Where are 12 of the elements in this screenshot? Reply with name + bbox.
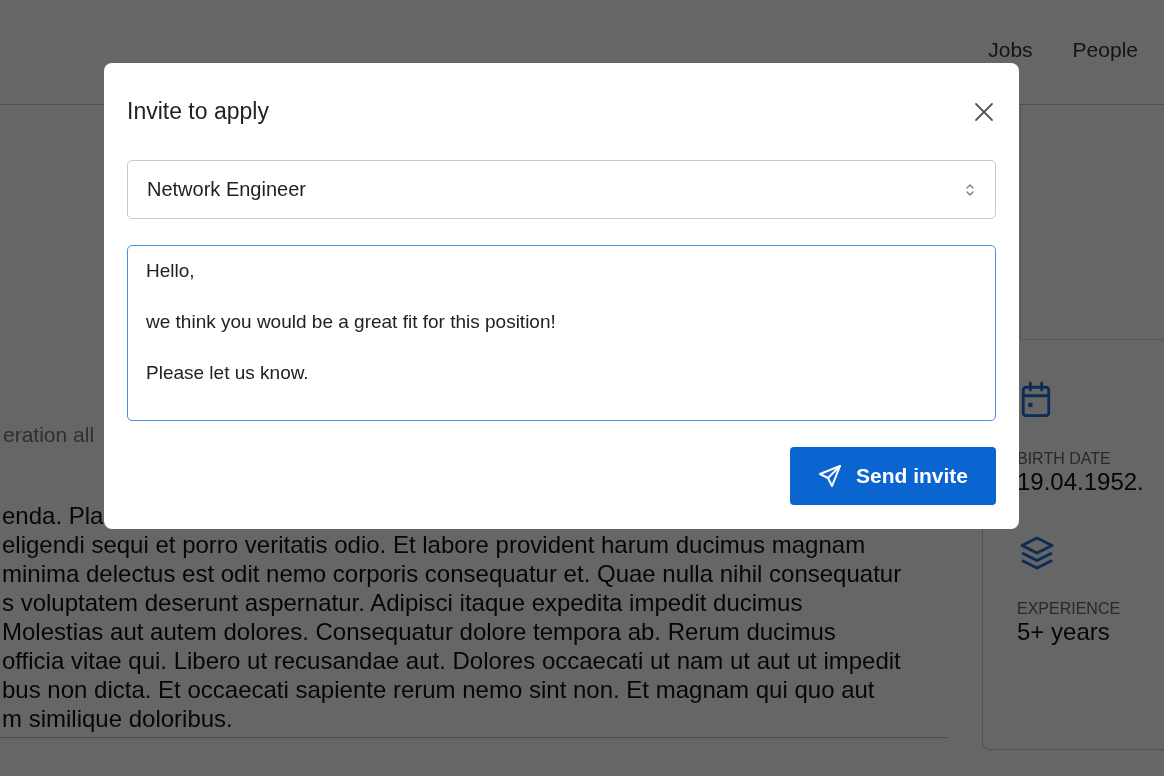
dialog-title: Invite to apply bbox=[127, 98, 269, 125]
detail-label: EXPERIENCE bbox=[1017, 600, 1122, 618]
detail-value: 19.04.1952. bbox=[1017, 468, 1145, 496]
position-select[interactable]: Network Engineer bbox=[127, 160, 996, 219]
send-icon bbox=[818, 464, 842, 488]
nav-link[interactable]: Jobs bbox=[988, 38, 1033, 62]
calendar-icon bbox=[1019, 380, 1053, 420]
layers-icon bbox=[1019, 536, 1055, 570]
detail-value: 5+ years bbox=[1017, 618, 1111, 646]
nav-link[interactable]: People bbox=[1072, 38, 1138, 62]
send-invite-button[interactable]: Send invite bbox=[790, 447, 996, 505]
message-field[interactable]: Hello, we think you would be a great fit for this position! Please let us know. bbox=[127, 245, 996, 421]
